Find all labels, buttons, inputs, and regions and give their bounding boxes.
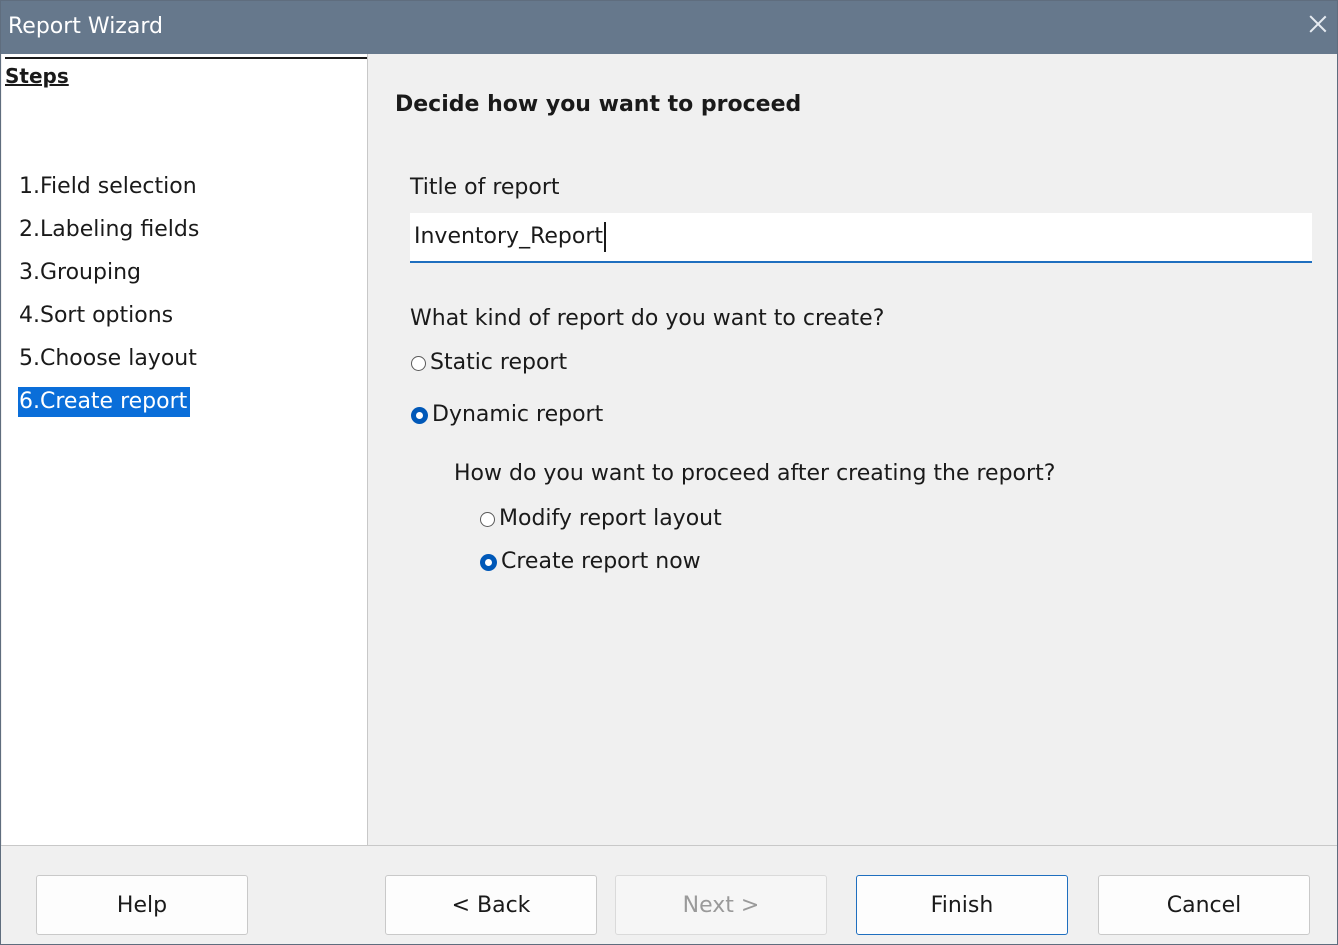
next-button[interactable]: Next >	[615, 875, 827, 935]
create-now-label: Create report now	[501, 549, 701, 574]
finish-button[interactable]: Finish	[856, 875, 1068, 935]
button-bar: Help < Back Next > Finish Cancel	[1, 845, 1337, 944]
radio-unchecked-icon	[411, 355, 426, 371]
step-label: 1.Field selection	[19, 174, 197, 199]
report-kind-question: What kind of report do you want to creat…	[410, 306, 885, 331]
help-button[interactable]: Help	[36, 875, 248, 935]
static-report-label: Static report	[430, 350, 568, 375]
section-heading: Decide how you want to proceed	[395, 92, 802, 117]
step-labeling-fields[interactable]: 2.Labeling fields	[16, 215, 204, 258]
close-icon[interactable]	[1307, 13, 1329, 35]
step-label: 3.Grouping	[19, 260, 141, 285]
dynamic-report-label: Dynamic report	[432, 402, 604, 427]
radio-checked-icon	[411, 406, 428, 424]
report-title-input[interactable]: Inventory_Report	[410, 213, 1312, 263]
title-of-report-label: Title of report	[410, 175, 560, 200]
steps-divider	[5, 57, 367, 59]
text-caret	[604, 222, 606, 252]
report-title-value: Inventory_Report	[414, 224, 604, 249]
step-label: 2.Labeling fields	[19, 217, 200, 242]
modify-layout-radio[interactable]: Modify report layout	[480, 504, 722, 534]
create-now-radio[interactable]: Create report now	[480, 547, 701, 577]
title-bar: Report Wizard	[1, 1, 1337, 54]
steps-list: 1.Field selection 2.Labeling fields 3.Gr…	[16, 172, 204, 430]
step-field-selection[interactable]: 1.Field selection	[16, 172, 204, 215]
step-label: 6.Create report	[18, 387, 191, 417]
report-wizard-window: Report Wizard Steps 1.Field selection 2.…	[0, 0, 1338, 945]
step-create-report[interactable]: 6.Create report	[16, 387, 204, 430]
window-title: Report Wizard	[8, 14, 163, 39]
steps-panel: Steps 1.Field selection 2.Labeling field…	[2, 54, 368, 845]
main-panel: Decide how you want to proceed Title of …	[368, 54, 1337, 845]
step-choose-layout[interactable]: 5.Choose layout	[16, 344, 204, 387]
radio-checked-icon	[480, 553, 497, 571]
modify-layout-label: Modify report layout	[499, 506, 722, 531]
cancel-button[interactable]: Cancel	[1098, 875, 1310, 935]
static-report-radio[interactable]: Static report	[411, 348, 567, 378]
step-label: 4.Sort options	[19, 303, 174, 328]
radio-unchecked-icon	[480, 511, 495, 527]
step-sort-options[interactable]: 4.Sort options	[16, 301, 204, 344]
step-grouping[interactable]: 3.Grouping	[16, 258, 204, 301]
back-button[interactable]: < Back	[385, 875, 597, 935]
steps-heading: Steps	[5, 64, 69, 88]
dynamic-report-radio[interactable]: Dynamic report	[411, 400, 603, 430]
proceed-question: How do you want to proceed after creatin…	[454, 461, 1056, 486]
step-label: 5.Choose layout	[19, 346, 197, 371]
